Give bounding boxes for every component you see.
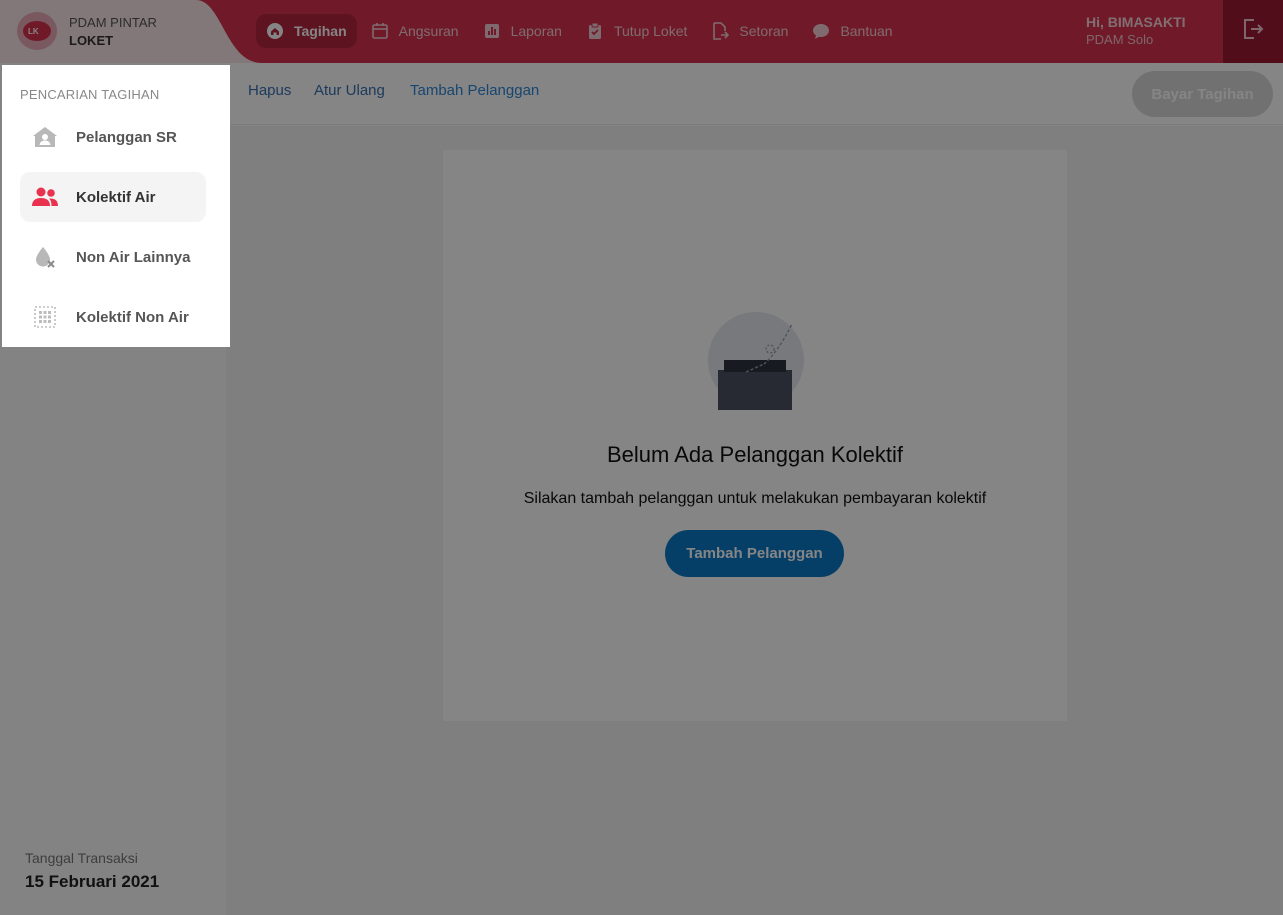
nav-label: Angsuran (398, 23, 459, 39)
nav-bantuan[interactable]: Bantuan (802, 14, 902, 48)
nav-laporan[interactable]: Laporan (473, 14, 572, 48)
transaction-date-label: Tanggal Transaksi (25, 850, 138, 866)
action-toolbar: Hapus Atur Ulang Tambah Pelanggan Bayar … (230, 63, 1283, 125)
nav-tagihan[interactable]: Tagihan (256, 14, 357, 48)
nav-label: Tagihan (294, 23, 347, 39)
brand-logo: LK (17, 12, 57, 50)
tambah-pelanggan-button[interactable]: Tambah Pelanggan (665, 530, 844, 577)
brand-name: PDAM PINTAR (69, 15, 157, 30)
file-export-icon (711, 22, 730, 40)
nav-label: Setoran (739, 23, 789, 39)
menu-heading: PENCARIAN TAGIHAN (20, 87, 160, 102)
chart-icon (483, 22, 501, 40)
svg-text:LK: LK (28, 27, 39, 36)
menu-item-label: Non Air Lainnya (76, 248, 191, 266)
menu-item-kolektif-non-air[interactable]: Kolektif Non Air (20, 292, 206, 342)
nav-label: Bantuan (840, 23, 893, 39)
menu-item-label: Pelanggan SR (76, 128, 177, 146)
nav-label: Laporan (510, 23, 562, 39)
main-nav: Tagihan Angsuran Laporan Tutup Loket Set… (256, 14, 907, 48)
empty-state-card: Belum Ada Pelanggan Kolektif Silakan tam… (443, 150, 1067, 721)
menu-item-kolektif-air[interactable]: Kolektif Air (20, 172, 206, 222)
nav-setoran[interactable]: Setoran (701, 14, 798, 48)
brand[interactable]: LK PDAM PINTAR LOKET (0, 0, 230, 63)
user-greeting: Hi, BIMASAKTI (1086, 14, 1186, 30)
house-user-icon (30, 125, 60, 149)
top-bar: LK PDAM PINTAR LOKET Tagihan Angsuran La… (0, 0, 1283, 63)
calendar-icon (371, 22, 389, 40)
empty-state-subtitle: Silakan tambah pelanggan untuk melakukan… (523, 490, 987, 507)
clipboard-check-icon (586, 22, 604, 40)
user-org: PDAM Solo (1086, 32, 1154, 47)
menu-item-label: Kolektif Air (76, 188, 156, 206)
search-type-menu: PENCARIAN TAGIHAN Pelanggan SR Kolektif … (2, 65, 230, 347)
chat-icon (812, 22, 830, 40)
nav-angsuran[interactable]: Angsuran (361, 14, 469, 48)
hapus-link[interactable]: Hapus (248, 82, 291, 99)
logout-icon (1241, 17, 1265, 46)
user-info: Hi, BIMASAKTI PDAM Solo (1086, 14, 1186, 48)
brand-subtitle: LOKET (69, 33, 114, 48)
grid-dots-icon (30, 305, 60, 329)
tambah-pelanggan-link[interactable]: Tambah Pelanggan (410, 82, 539, 99)
nav-tutup-loket[interactable]: Tutup Loket (576, 14, 697, 48)
bayar-tagihan-button[interactable]: Bayar Tagihan (1132, 71, 1273, 117)
menu-item-non-air-lainnya[interactable]: Non Air Lainnya (20, 232, 206, 282)
empty-state-title: Belum Ada Pelanggan Kolektif (607, 442, 903, 467)
users-icon (30, 185, 60, 209)
nav-label: Tutup Loket (613, 23, 688, 39)
home-icon (266, 22, 284, 40)
menu-item-label: Kolektif Non Air (76, 308, 189, 326)
brand-text: PDAM PINTAR LOKET (69, 14, 157, 50)
menu-item-pelanggan-sr[interactable]: Pelanggan SR (20, 112, 206, 162)
logout-button[interactable] (1223, 0, 1283, 63)
empty-box-illustration (706, 312, 806, 412)
water-drop-off-icon (30, 245, 60, 269)
transaction-date-value: 15 Februari 2021 (25, 872, 160, 891)
atur-ulang-link[interactable]: Atur Ulang (314, 82, 385, 99)
